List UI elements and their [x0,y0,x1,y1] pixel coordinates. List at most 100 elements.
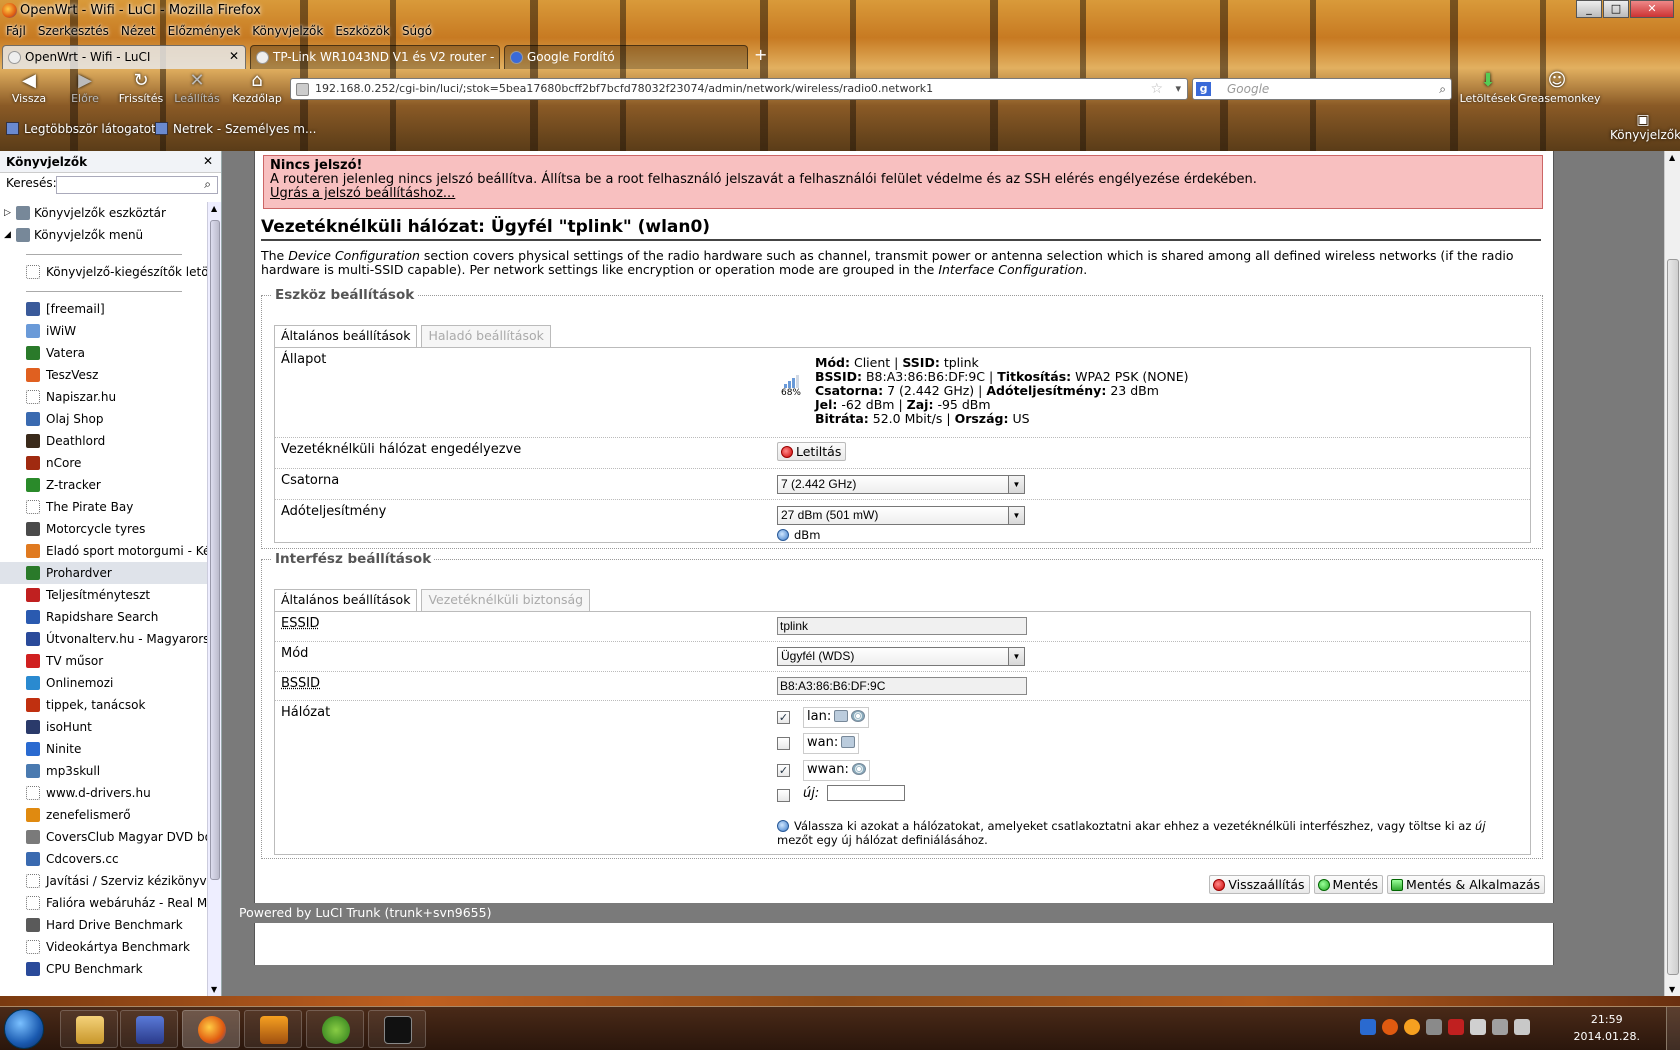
sidebar-bookmark-item[interactable]: Cdcovers.cc [0,848,208,870]
wwan-checkbox[interactable]: ✓ [777,764,790,777]
home-button[interactable]: ⌂ Kezdőlap [232,70,282,108]
menu-tools[interactable]: Eszközök [329,22,396,42]
taskbar-terminal[interactable] [368,1010,426,1048]
sidebar-bookmark-item[interactable]: Deathlord [0,430,208,452]
scroll-down-icon[interactable]: ▼ [211,985,217,994]
txpower-select[interactable]: 27 dBm (501 mW) ▼ [777,506,1025,525]
site-identity-icon[interactable] [296,83,309,96]
sidebar-bookmark-item[interactable]: zenefelismerő [0,804,208,826]
page-scrollbar[interactable]: ▲ ▼ [1664,151,1680,996]
scroll-down-icon[interactable]: ▼ [1669,985,1675,994]
close-sidebar-icon[interactable]: ✕ [203,154,213,168]
sidebar-scrollbar[interactable]: ▲ ▼ [207,202,221,996]
tray-app-icon[interactable] [1448,1019,1464,1035]
save-apply-button[interactable]: Mentés & Alkalmazás [1387,875,1545,894]
sidebar-bookmark-item[interactable]: [freemail] [0,298,208,320]
menu-edit[interactable]: Szerkesztés [32,22,115,42]
chevron-down-icon[interactable]: ▾ [1175,79,1181,99]
disable-button[interactable]: Letiltás [777,442,847,461]
system-clock[interactable]: 21:59 2014.01.28. [1574,1011,1640,1045]
menu-help[interactable]: Súgó [396,22,438,42]
new-network-input[interactable] [827,785,905,801]
tab-wireless-security[interactable]: Vezetéknélküli biztonság [421,589,591,611]
minimize-button[interactable]: _ [1576,0,1602,18]
sidebar-bookmark-item[interactable]: mp3skull [0,760,208,782]
tray-app-icon[interactable] [1426,1019,1442,1035]
bookmarks-sidebar-button[interactable]: ▣ Könyvjelzők [1610,112,1680,142]
channel-select[interactable]: 7 (2.442 GHz) ▼ [777,475,1025,494]
menu-bookmarks[interactable]: Könyvjelzők [246,22,329,42]
sidebar-bookmark-item[interactable]: Hard Drive Benchmark [0,914,208,936]
sidebar-bookmark-item[interactable]: isoHunt [0,716,208,738]
sidebar-bookmark-item[interactable]: nCore [0,452,208,474]
sidebar-bookmark-item[interactable]: Teljesítményteszt [0,584,208,606]
tray-app-icon[interactable] [1404,1019,1420,1035]
search-icon[interactable]: ⌕ [1439,79,1446,99]
url-bar[interactable]: 192.168.0.252/cgi-bin/luci/;stok=5bea176… [290,78,1188,100]
back-button[interactable]: ◀ Vissza [4,70,54,108]
expand-arrow-icon[interactable]: ▷ [4,202,11,224]
sidebar-bookmark-item[interactable]: Napiszar.hu [0,386,208,408]
sidebar-bookmark-item[interactable]: CoversClub Magyar DVD bo... [0,826,208,848]
sidebar-bookmark-item[interactable]: CPU Benchmark [0,958,208,980]
collapse-arrow-icon[interactable]: ◢ [4,224,11,246]
sidebar-bookmark-item[interactable]: Ninite [0,738,208,760]
bssid-input[interactable] [777,677,1027,695]
scroll-up-icon[interactable]: ▲ [1669,153,1675,162]
greasemonkey-button[interactable]: ☺ Greasemonkey [1518,70,1600,108]
sidebar-bookmark-item[interactable]: Vatera [0,342,208,364]
sidebar-bookmark-item[interactable]: www.d-drivers.hu [0,782,208,804]
menu-file[interactable]: Fájl [0,22,32,42]
sidebar-bookmark-item[interactable]: TV műsor [0,650,208,672]
google-engine-icon[interactable]: g [1196,82,1211,96]
taskbar-save-app[interactable] [120,1010,178,1048]
sidebar-bookmark-item[interactable]: Prohardver [0,562,208,584]
sidebar-item-addons[interactable]: Könyvjelző-kiegészítők letölt... [0,261,208,283]
new-tab-button[interactable]: + [754,45,767,64]
sidebar-bookmark-item[interactable]: tippek, tanácsok [0,694,208,716]
forward-button[interactable]: ▶ Előre [60,70,110,108]
search-bar[interactable]: g Google ⌕ [1192,78,1452,100]
wan-checkbox[interactable] [777,737,790,750]
save-button[interactable]: Mentés [1313,875,1384,894]
sidebar-bookmark-item[interactable]: TeszVesz [0,364,208,386]
downloads-button[interactable]: ⬇ Letöltések [1456,70,1520,108]
reload-button[interactable]: ↻ Frissítés [116,70,166,108]
bookmark-netrek[interactable]: Netrek - Személyes m... [155,122,316,136]
scrollbar-thumb[interactable] [1667,259,1679,975]
show-desktop-button[interactable] [1666,1007,1680,1050]
sidebar-bookmark-item[interactable]: Rapidshare Search [0,606,208,628]
sidebar-bookmark-item[interactable]: Javítási / Szerviz kézikönyvek... [0,870,208,892]
mode-select[interactable]: Ügyfél (WDS) ▼ [777,647,1025,666]
taskbar-explorer[interactable] [60,1010,118,1048]
sidebar-bookmark-item[interactable]: Falióra webáruház - Real Ma... [0,892,208,914]
tab-general-settings[interactable]: Általános beállítások [274,589,418,611]
tab-tplink[interactable]: TP-Link WR1043ND V1 és V2 router - ... [250,45,500,69]
start-button[interactable] [4,1009,44,1049]
menu-history[interactable]: Előzmények [162,22,247,42]
taskbar-utorrent[interactable] [306,1010,364,1048]
tray-app-icon[interactable] [1382,1019,1398,1035]
sidebar-bookmark-item[interactable]: Útvonalterv.hu - Magyarorsz... [0,628,208,650]
sidebar-bookmark-item[interactable]: Z-tracker [0,474,208,496]
sidebar-bookmark-item[interactable]: Onlinemozi [0,672,208,694]
menu-view[interactable]: Nézet [115,22,162,42]
sidebar-bookmark-item[interactable]: The Pirate Bay [0,496,208,518]
sidebar-bookmark-item[interactable]: Motorcycle tyres [0,518,208,540]
sidebar-folder-toolbar[interactable]: ▷ Könyvjelzők eszköztár [0,202,208,224]
stop-button[interactable]: ✕ Leállítás [172,70,222,108]
tab-openwrt[interactable]: OpenWrt - Wifi - LuCI ✕ [2,45,246,69]
close-window-button[interactable]: ✕ [1630,0,1674,18]
network-icon[interactable] [1492,1019,1508,1035]
tab-advanced-settings[interactable]: Haladó beállítások [421,325,551,347]
maximize-button[interactable]: □ [1603,0,1629,18]
close-tab-icon[interactable]: ✕ [229,49,239,63]
sidebar-folder-menu[interactable]: ◢ Könyvjelzők menü [0,224,208,246]
taskbar-firefox[interactable] [182,1010,240,1048]
sidebar-bookmark-item[interactable]: iWiW [0,320,208,342]
essid-input[interactable] [777,617,1027,635]
taskbar-winamp[interactable] [244,1010,302,1048]
flag-icon[interactable] [1470,1019,1486,1035]
bookmark-star-icon[interactable]: ☆ [1150,79,1163,99]
sidebar-bookmark-item[interactable]: Olaj Shop [0,408,208,430]
